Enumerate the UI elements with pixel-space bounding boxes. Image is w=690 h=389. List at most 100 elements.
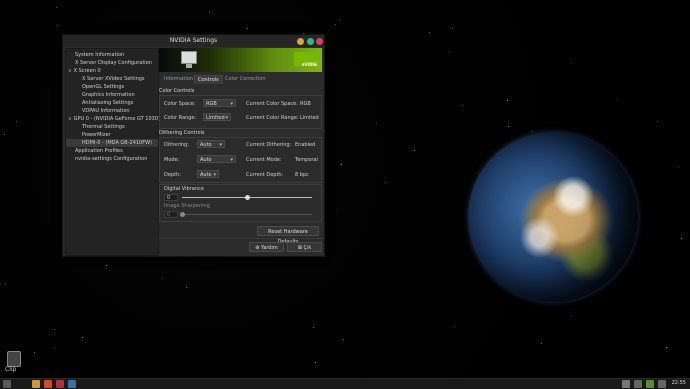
image-sharpening-slider-handle[interactable] <box>179 212 185 217</box>
color-controls-section: Color Space: RGB ▾ Current Color Space: R… <box>159 95 322 129</box>
chevron-down-icon: ▾ <box>225 115 228 121</box>
chevron-down-icon: ▾ <box>230 101 233 107</box>
current-depth-value: 8 bpc <box>295 172 309 178</box>
star <box>341 164 342 165</box>
tab-information[interactable]: Information <box>161 75 196 83</box>
quit-button[interactable]: ⊠ Çık <box>287 242 322 252</box>
star <box>531 131 532 132</box>
expand-arrow-icon[interactable]: ∨ <box>68 68 72 74</box>
star <box>376 123 377 124</box>
current-color-range-label: Current Color Range: <box>246 115 299 121</box>
tab-color-correction[interactable]: Color Correction <box>222 75 269 83</box>
tree-item-label: GPU 0 - (NVIDIA GeForce GT 1030) <box>73 116 160 122</box>
star <box>313 327 314 328</box>
terminal-icon[interactable] <box>68 380 76 388</box>
minimize-button[interactable] <box>297 38 304 45</box>
digital-vibrance-value[interactable]: 0 <box>164 194 178 201</box>
star <box>106 265 107 266</box>
tree-item-label: OpenGL Settings <box>82 84 125 90</box>
tree-item-powermizer[interactable]: PowerMizer <box>82 131 111 139</box>
tree-item-xvideo-settings[interactable]: X Server XVideo Settings <box>82 75 145 83</box>
digital-vibrance-slider-handle[interactable] <box>244 195 250 200</box>
star <box>335 24 336 25</box>
dithering-controls-section: Dithering: Auto ▾ Current Dithering: Enab… <box>159 137 322 183</box>
tree-item-x-server-display-configuration[interactable]: X Server Display Configuration <box>75 59 152 67</box>
tree-item-nvidia-settings-configuration[interactable]: nvidia-settings Configuration <box>75 155 147 163</box>
tree-item-label: X Server Display Configuration <box>75 60 152 66</box>
tree-item-vdpau-information[interactable]: VDPAU Information <box>82 107 130 115</box>
clock[interactable]: 22:55 <box>672 380 686 386</box>
vibrance-section: Digital Vibrance 0 Image Sharpening 0 <box>159 184 322 222</box>
color-range-combo[interactable]: Limited ▾ <box>203 113 231 121</box>
current-mode-value: Temporal <box>295 157 318 163</box>
current-depth-label: Current Depth: <box>246 172 284 178</box>
tree-item-label: Application Profiles <box>75 148 123 154</box>
depth-value: Auto <box>200 172 212 178</box>
star <box>5 283 6 284</box>
nvidia-logo-text: nVIDIA <box>301 62 317 67</box>
chevron-down-icon: ▾ <box>219 142 222 148</box>
tree-item-label: PowerMizer <box>82 132 111 138</box>
software-icon[interactable] <box>56 380 64 388</box>
tree-item-label: Antialiasing Settings <box>82 100 134 106</box>
reset-hardware-defaults-button[interactable]: Reset Hardware Defaults <box>257 226 319 245</box>
tree-item-graphics-information[interactable]: Graphics Information <box>82 91 135 99</box>
taskbar: 22:55 <box>0 378 690 389</box>
star <box>54 329 55 330</box>
dithering-label: Dithering: <box>164 142 189 148</box>
image-sharpening-slider[interactable] <box>182 214 312 215</box>
title-bar[interactable]: NVIDIA Settings <box>63 35 324 47</box>
color-space-combo[interactable]: RGB ▾ <box>203 99 236 107</box>
mode-combo[interactable]: Auto ▾ <box>197 155 236 163</box>
chevron-down-icon: ▾ <box>213 172 216 178</box>
tree-item-label: nvidia-settings Configuration <box>75 156 148 162</box>
star <box>449 51 450 52</box>
earth-wallpaper <box>468 132 638 302</box>
tree-item-thermal-settings[interactable]: Thermal Settings <box>82 123 125 131</box>
depth-label: Depth: <box>164 172 181 178</box>
star <box>186 287 187 288</box>
star <box>508 126 509 127</box>
star <box>57 25 58 26</box>
tree-item-application-profiles[interactable]: Application Profiles <box>75 147 123 155</box>
app-menu-icon[interactable] <box>3 380 11 388</box>
star <box>541 343 542 344</box>
dithering-combo[interactable]: Auto ▾ <box>197 140 225 148</box>
tree-item-hdmi-0[interactable]: HDMI-0 - (MDA GB-2410FW) <box>66 139 158 147</box>
dithering-controls-title: Dithering Controls <box>159 130 205 136</box>
chevron-down-icon: ▾ <box>230 157 233 163</box>
color-space-value: RGB <box>206 101 217 107</box>
nvidia-tray-icon[interactable] <box>646 380 654 388</box>
star <box>571 316 572 317</box>
maximize-button[interactable] <box>307 38 314 45</box>
current-dithering-label: Current Dithering: <box>246 142 292 148</box>
content-pane: nVIDIA Information Controls Color Correc… <box>159 48 322 245</box>
current-mode-label: Current Mode: <box>246 157 282 163</box>
image-sharpening-value[interactable]: 0 <box>164 211 178 218</box>
tree-item-gpu-0[interactable]: ∨ GPU 0 - (NVIDIA GeForce GT 1030) <box>68 115 160 123</box>
button-divider <box>159 238 322 239</box>
power-tray-icon[interactable] <box>658 380 666 388</box>
star <box>571 63 572 64</box>
clip-desktop-label[interactable]: Clip <box>5 366 16 373</box>
tab-controls[interactable]: Controls <box>194 75 223 84</box>
browser-icon[interactable] <box>44 380 52 388</box>
tree-item-x-screen-0[interactable]: ∨ X Screen 0 <box>68 67 101 75</box>
tree-item-system-information[interactable]: System Information <box>75 51 124 59</box>
star <box>507 100 508 101</box>
tree-item-antialiasing-settings[interactable]: Antialiasing Settings <box>82 99 133 107</box>
star <box>462 105 463 106</box>
tree-item-opengl-settings[interactable]: OpenGL Settings <box>82 83 124 91</box>
volume-tray-icon[interactable] <box>634 380 642 388</box>
expand-arrow-icon[interactable]: ∨ <box>68 116 72 122</box>
steam-tray-icon[interactable] <box>622 380 630 388</box>
close-button[interactable] <box>316 38 323 45</box>
mode-label: Mode: <box>164 157 180 163</box>
star <box>247 28 248 29</box>
tree-item-label: VDPAU Information <box>82 108 130 114</box>
files-icon[interactable] <box>32 380 40 388</box>
depth-combo[interactable]: Auto ▾ <box>197 170 219 178</box>
help-button[interactable]: ⊕ Yardım <box>249 242 284 252</box>
star <box>4 134 5 135</box>
clip-desktop-icon[interactable] <box>7 351 21 367</box>
